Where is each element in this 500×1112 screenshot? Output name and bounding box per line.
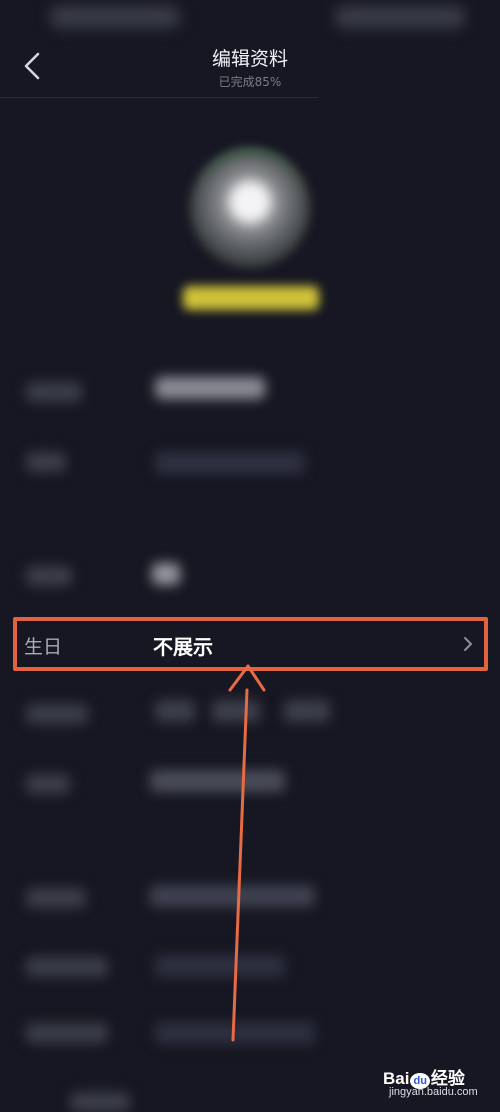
watermark-domain: jingyan.baidu.com [389,1086,478,1098]
baidu-jingyan-watermark: Bai du 经验 jingyan.baidu.com [383,1062,495,1106]
annotation-arrow [228,664,266,1042]
